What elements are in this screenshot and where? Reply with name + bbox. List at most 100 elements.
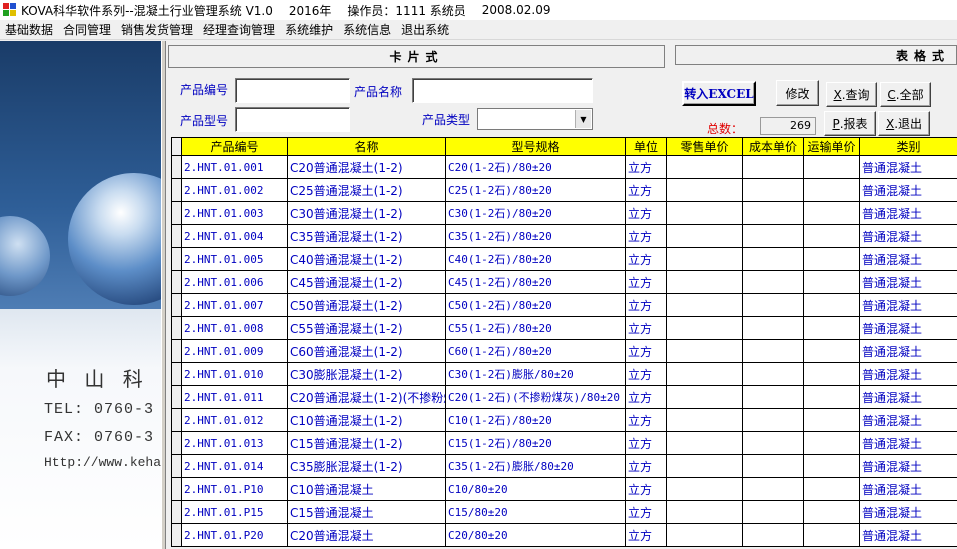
header-transport-price[interactable]: 运输单价 [803, 137, 860, 156]
cell-name[interactable]: C60普通混凝土(1-2) [287, 339, 446, 363]
header-name[interactable]: 名称 [287, 137, 446, 156]
table-row[interactable]: 2.HNT.01.013 C15普通混凝土(1-2) C15(1-2石)/80±20… [171, 431, 957, 455]
cell-name[interactable]: C20普通混凝土 [287, 523, 446, 547]
cell-cost-price[interactable] [742, 523, 804, 547]
cell-name[interactable]: C35普通混凝土(1-2) [287, 224, 446, 248]
cell-name[interactable]: C25普通混凝土(1-2) [287, 178, 446, 202]
cell-category[interactable]: 普通混凝土 [859, 178, 957, 202]
cell-category[interactable]: 普通混凝土 [859, 523, 957, 547]
cell-product-code[interactable]: 2.HNT.01.009 [181, 339, 288, 363]
cell-retail-price[interactable] [666, 155, 743, 179]
table-row[interactable]: 2.HNT.01.P15 C15普通混凝土 C15/80±20 立方 普通混凝土 [171, 500, 957, 524]
cell-category[interactable]: 普通混凝土 [859, 155, 957, 179]
row-selector[interactable] [171, 201, 182, 225]
cell-unit[interactable]: 立方 [625, 362, 667, 386]
cell-spec[interactable]: C20(1-2石)/80±20 [445, 155, 626, 179]
cell-transport-price[interactable] [803, 270, 860, 294]
cell-transport-price[interactable] [803, 339, 860, 363]
cell-spec[interactable]: C30(1-2石)/80±20 [445, 201, 626, 225]
cell-cost-price[interactable] [742, 293, 804, 317]
cell-spec[interactable]: C10/80±20 [445, 477, 626, 501]
cell-product-code[interactable]: 2.HNT.01.008 [181, 316, 288, 340]
cell-spec[interactable]: C60(1-2石)/80±20 [445, 339, 626, 363]
menu-system-info[interactable]: 系统信息 [338, 20, 396, 40]
cell-cost-price[interactable] [742, 454, 804, 478]
menu-system-maintenance[interactable]: 系统维护 [280, 20, 338, 40]
cell-unit[interactable]: 立方 [625, 408, 667, 432]
row-selector[interactable] [171, 155, 182, 179]
cell-product-code[interactable]: 2.HNT.01.014 [181, 454, 288, 478]
cell-unit[interactable]: 立方 [625, 293, 667, 317]
row-selector[interactable] [171, 523, 182, 547]
cell-retail-price[interactable] [666, 201, 743, 225]
cell-product-code[interactable]: 2.HNT.01.006 [181, 270, 288, 294]
cell-product-code[interactable]: 2.HNT.01.004 [181, 224, 288, 248]
table-row[interactable]: 2.HNT.01.006 C45普通混凝土(1-2) C45(1-2石)/80±20… [171, 270, 957, 294]
cell-product-code[interactable]: 2.HNT.01.P15 [181, 500, 288, 524]
cell-category[interactable]: 普通混凝土 [859, 270, 957, 294]
cell-retail-price[interactable] [666, 454, 743, 478]
cell-category[interactable]: 普通混凝土 [859, 224, 957, 248]
cell-unit[interactable]: 立方 [625, 178, 667, 202]
menu-manager-query[interactable]: 经理查询管理 [198, 20, 280, 40]
table-row[interactable]: 2.HNT.01.007 C50普通混凝土(1-2) C50(1-2石)/80±20… [171, 293, 957, 317]
cell-cost-price[interactable] [742, 362, 804, 386]
cell-spec[interactable]: C40(1-2石)/80±20 [445, 247, 626, 271]
cell-name[interactable]: C30膨胀混凝土(1-2) [287, 362, 446, 386]
cell-transport-price[interactable] [803, 316, 860, 340]
cell-unit[interactable]: 立方 [625, 316, 667, 340]
cell-category[interactable]: 普通混凝土 [859, 385, 957, 409]
cell-unit[interactable]: 立方 [625, 201, 667, 225]
cell-name[interactable]: C55普通混凝土(1-2) [287, 316, 446, 340]
cell-product-code[interactable]: 2.HNT.01.P20 [181, 523, 288, 547]
cell-cost-price[interactable] [742, 224, 804, 248]
cell-cost-price[interactable] [742, 247, 804, 271]
cell-cost-price[interactable] [742, 270, 804, 294]
product-model-input[interactable] [235, 107, 350, 132]
chevron-down-icon[interactable]: ▼ [575, 110, 591, 128]
row-selector[interactable] [171, 293, 182, 317]
cell-transport-price[interactable] [803, 408, 860, 432]
cell-spec[interactable]: C15/80±20 [445, 500, 626, 524]
cell-unit[interactable]: 立方 [625, 454, 667, 478]
cell-name[interactable]: C20普通混凝土(1-2)(不掺粉煤 [287, 385, 446, 409]
cell-transport-price[interactable] [803, 362, 860, 386]
cell-category[interactable]: 普通混凝土 [859, 408, 957, 432]
product-name-input[interactable] [412, 78, 593, 103]
cell-category[interactable]: 普通混凝土 [859, 362, 957, 386]
table-row[interactable]: 2.HNT.01.010 C30膨胀混凝土(1-2) C30(1-2石)膨胀/80±… [171, 362, 957, 386]
cell-product-code[interactable]: 2.HNT.01.010 [181, 362, 288, 386]
cell-name[interactable]: C10普通混凝土(1-2) [287, 408, 446, 432]
cell-unit[interactable]: 立方 [625, 431, 667, 455]
table-row[interactable]: 2.HNT.01.009 C60普通混凝土(1-2) C60(1-2石)/80±20… [171, 339, 957, 363]
cell-category[interactable]: 普通混凝土 [859, 477, 957, 501]
cell-category[interactable]: 普通混凝土 [859, 201, 957, 225]
row-selector[interactable] [171, 454, 182, 478]
cell-retail-price[interactable] [666, 178, 743, 202]
row-selector[interactable] [171, 408, 182, 432]
cell-transport-price[interactable] [803, 523, 860, 547]
header-unit[interactable]: 单位 [625, 137, 667, 156]
cell-category[interactable]: 普通混凝土 [859, 500, 957, 524]
cell-category[interactable]: 普通混凝土 [859, 339, 957, 363]
menu-contract[interactable]: 合同管理 [58, 20, 116, 40]
cell-name[interactable]: C40普通混凝土(1-2) [287, 247, 446, 271]
cell-product-code[interactable]: 2.HNT.01.013 [181, 431, 288, 455]
cell-unit[interactable]: 立方 [625, 224, 667, 248]
cell-name[interactable]: C15普通混凝土 [287, 500, 446, 524]
cell-product-code[interactable]: 2.HNT.01.001 [181, 155, 288, 179]
cell-spec[interactable]: C45(1-2石)/80±20 [445, 270, 626, 294]
table-row[interactable]: 2.HNT.01.P10 C10普通混凝土 C10/80±20 立方 普通混凝土 [171, 477, 957, 501]
cell-category[interactable]: 普通混凝土 [859, 247, 957, 271]
tab-card-view[interactable]: 卡片式 [168, 45, 665, 68]
cell-name[interactable]: C20普通混凝土(1-2) [287, 155, 446, 179]
cell-retail-price[interactable] [666, 477, 743, 501]
cell-product-code[interactable]: 2.HNT.01.007 [181, 293, 288, 317]
cell-spec[interactable]: C55(1-2石)/80±20 [445, 316, 626, 340]
row-selector[interactable] [171, 477, 182, 501]
table-row[interactable]: 2.HNT.01.008 C55普通混凝土(1-2) C55(1-2石)/80±20… [171, 316, 957, 340]
table-row[interactable]: 2.HNT.01.002 C25普通混凝土(1-2) C25(1-2石)/80±20… [171, 178, 957, 202]
product-code-input[interactable] [235, 78, 350, 103]
row-selector[interactable] [171, 247, 182, 271]
row-selector[interactable] [171, 270, 182, 294]
